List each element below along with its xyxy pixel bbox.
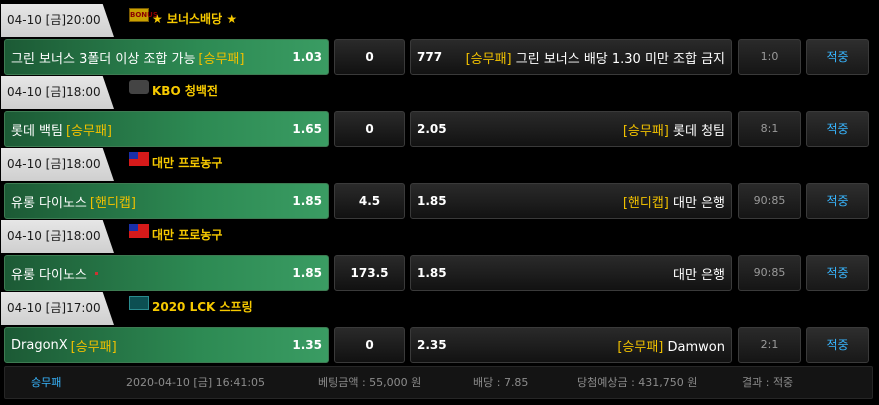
away-team-name: Damwon <box>667 339 725 355</box>
league-title: ★ 보너스배당 ★ <box>152 12 238 26</box>
home-team-name: 롯데 백팀 <box>11 123 63 139</box>
draw-handicap-value[interactable]: 0 <box>334 111 405 147</box>
result-badge: 적중 <box>806 255 869 291</box>
home-team-button[interactable]: 롯데 백팀 [승무패] 1.65 <box>4 111 329 147</box>
bet-type-tag: [핸디캡] <box>89 195 136 211</box>
lck-icon <box>129 296 149 310</box>
over-indicator-icon <box>94 271 98 275</box>
match-datetime: 04-10 [금]18:00 <box>1 76 114 109</box>
away-team-name: 대만 은행 <box>673 195 725 211</box>
result-badge: 적중 <box>806 327 869 363</box>
away-team-button[interactable]: 777 [승무패] 그린 보너스 배당 1.30 미만 조합 금지 <box>410 39 732 75</box>
home-odds: 1.65 <box>292 122 322 136</box>
bet-row: DragonX [승무패] 1.35 0 2.35 [승무패] Damwon 2… <box>0 327 879 363</box>
final-score: 2:1 <box>738 327 801 363</box>
away-team-button[interactable]: 2.05 [승무패] 롯데 청팀 <box>410 111 732 147</box>
taiwan-flag-icon <box>129 224 149 238</box>
home-team-name: 유롱 다이노스 <box>11 195 87 211</box>
home-odds: 1.85 <box>292 266 322 280</box>
draw-handicap-value[interactable]: 173.5 <box>334 255 405 291</box>
bet-type-tag: [핸디캡] <box>622 195 669 211</box>
baseball-icon <box>129 80 149 94</box>
league-title: 2020 LCK 스프링 <box>152 300 253 314</box>
home-team-button[interactable]: 유롱 다이노스 1.85 <box>4 255 329 291</box>
away-team-name: 그린 보너스 배당 1.30 미만 조합 금지 <box>515 51 725 67</box>
match-datetime: 04-10 [금]18:00 <box>1 148 114 181</box>
bet-row: 유롱 다이노스 1.85 173.5 1.85 대만 은행 90:85 적중 <box>0 255 879 291</box>
home-team-name: DragonX <box>11 337 68 353</box>
match-datetime: 04-10 [금]17:00 <box>1 292 114 325</box>
league-title: 대만 프로농구 <box>152 156 223 170</box>
home-team-name: 유롱 다이노스 <box>11 267 87 283</box>
summary-result: 결과 : 적중 <box>742 376 794 389</box>
match-datetime: 04-10 [금]20:00 <box>1 4 114 37</box>
match-datetime: 04-10 [금]18:00 <box>1 220 114 253</box>
away-team-name: 대만 은행 <box>673 267 725 283</box>
away-team-button[interactable]: 2.35 [승무패] Damwon <box>410 327 732 363</box>
taiwan-flag-icon <box>129 152 149 166</box>
result-badge: 적중 <box>806 111 869 147</box>
bet-section: 04-10 [금]18:00 KBO 청백전 롯데 백팀 [승무패] 1.65 … <box>0 76 879 148</box>
home-team-button[interactable]: 유롱 다이노스 [핸디캡] 1.85 <box>4 183 329 219</box>
away-team-name: 롯데 청팀 <box>673 123 725 139</box>
league-title: 대만 프로농구 <box>152 228 223 242</box>
draw-handicap-value[interactable]: 0 <box>334 327 405 363</box>
away-odds: 2.35 <box>417 338 447 352</box>
bet-type-tag: [승무패] <box>70 339 117 355</box>
draw-handicap-value[interactable]: 0 <box>334 39 405 75</box>
final-score: 1:0 <box>738 39 801 75</box>
result-badge: 적중 <box>806 183 869 219</box>
away-odds: 777 <box>417 50 443 64</box>
draw-handicap-value[interactable]: 4.5 <box>334 183 405 219</box>
away-odds: 2.05 <box>417 122 447 136</box>
home-team-button[interactable]: 그린 보너스 3폴더 이상 조합 가능 [승무패] 1.03 <box>4 39 329 75</box>
home-odds: 1.03 <box>292 50 322 64</box>
summary-datetime: 2020-04-10 [금] 16:41:05 <box>126 376 266 389</box>
bet-row: 유롱 다이노스 [핸디캡] 1.85 4.5 1.85 [핸디캡] 대만 은행 … <box>0 183 879 219</box>
away-odds: 1.85 <box>417 266 447 280</box>
bet-type-tag: [승무패] <box>198 51 245 67</box>
home-team-button[interactable]: DragonX [승무패] 1.35 <box>4 327 329 363</box>
bet-section: 04-10 [금]20:00 BONUS ★ 보너스배당 ★ 그린 보너스 3폴… <box>0 4 879 76</box>
final-score: 90:85 <box>738 255 801 291</box>
home-odds: 1.85 <box>292 194 322 208</box>
result-badge: 적중 <box>806 39 869 75</box>
bet-summary-bar: 승무패 2020-04-10 [금] 16:41:05 베팅금액 : 55,00… <box>4 366 873 399</box>
bet-section: 04-10 [금]18:00 대만 프로농구 유롱 다이노스 [핸디캡] 1.8… <box>0 148 879 220</box>
final-score: 90:85 <box>738 183 801 219</box>
summary-bet-type: 승무패 <box>31 376 62 389</box>
final-score: 8:1 <box>738 111 801 147</box>
home-odds: 1.35 <box>292 338 322 352</box>
bonus-icon: BONUS <box>129 8 158 22</box>
away-team-button[interactable]: 1.85 대만 은행 <box>410 255 732 291</box>
summary-bet-amount: 베팅금액 : 55,000 원 <box>318 376 422 389</box>
away-odds: 1.85 <box>417 194 447 208</box>
bet-row: 그린 보너스 3폴더 이상 조합 가능 [승무패] 1.03 0 777 [승무… <box>0 39 879 75</box>
summary-odds: 배당 : 7.85 <box>473 376 529 389</box>
bet-type-tag: [승무패] <box>465 51 512 67</box>
bet-section: 04-10 [금]17:00 2020 LCK 스프링 DragonX [승무패… <box>0 292 879 364</box>
bet-row: 롯데 백팀 [승무패] 1.65 0 2.05 [승무패] 롯데 청팀 8:1 … <box>0 111 879 147</box>
league-title: KBO 청백전 <box>152 84 218 98</box>
bet-type-tag: [승무패] <box>622 123 669 139</box>
bet-type-tag: [승무패] <box>617 339 664 355</box>
home-team-name: 그린 보너스 3폴더 이상 조합 가능 <box>11 51 196 67</box>
bet-type-tag: [승무패] <box>65 123 113 139</box>
summary-expected-win: 당첨예상금 : 431,750 원 <box>577 376 698 389</box>
away-team-button[interactable]: 1.85 [핸디캡] 대만 은행 <box>410 183 732 219</box>
bet-section: 04-10 [금]18:00 대만 프로농구 유롱 다이노스 1.85 173.… <box>0 220 879 292</box>
